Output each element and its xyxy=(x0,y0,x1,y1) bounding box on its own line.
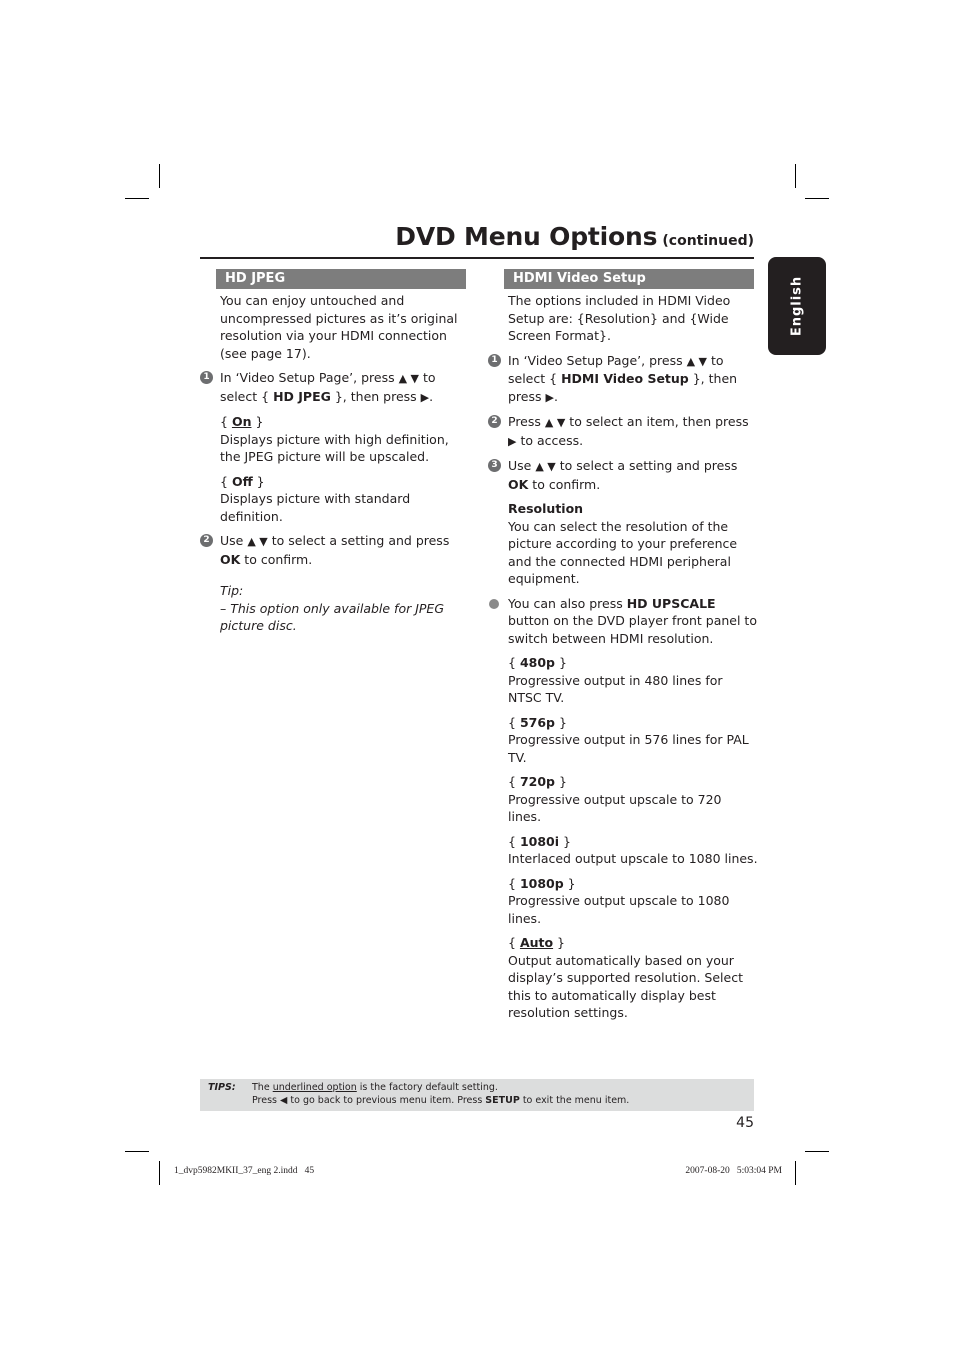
crop-mark xyxy=(805,198,829,199)
up-down-arrows-icon: ▲ ▼ xyxy=(686,354,708,368)
resolution-heading: Resolution xyxy=(508,501,584,516)
up-down-arrows-icon: ▲ ▼ xyxy=(535,460,556,473)
crop-mark xyxy=(159,164,160,188)
language-tab: English xyxy=(768,257,826,355)
hd-jpeg-intro: You can enjoy untouched and uncompressed… xyxy=(220,293,458,361)
step-3: 3 Use ▲ ▼ to select a setting and press … xyxy=(488,457,758,493)
up-down-arrows-icon: ▲ ▼ xyxy=(398,372,420,385)
step-number-icon: 1 xyxy=(200,371,213,384)
tips-bar: TIPS: The underlined option is the facto… xyxy=(200,1079,754,1111)
hdmi-intro: The options included in HDMI Video Setup… xyxy=(508,293,731,343)
hdmi-video-setup-section: The options included in HDMI Video Setup… xyxy=(488,292,758,1022)
page-title: DVD Menu Options (continued) xyxy=(200,222,754,259)
tips-label: TIPS: xyxy=(208,1082,236,1093)
option-label: Auto xyxy=(519,935,554,950)
left-arrow-icon: ◀ xyxy=(280,1095,288,1106)
section-heading-hd-jpeg: HD JPEG xyxy=(216,269,466,289)
option-1080p: { 1080p } Progressive output upscale to … xyxy=(488,875,758,928)
tip-text: – This option only available for JPEG pi… xyxy=(220,600,445,634)
tips-line-1: The underlined option is the factory def… xyxy=(252,1082,498,1093)
bullet-note: You can also press HD UPSCALE button on … xyxy=(488,595,758,648)
option-description: Displays picture with high definition, t… xyxy=(220,431,449,465)
crop-mark xyxy=(795,1161,796,1185)
slug-filename: 1_dvp5982MKII_37_eng 2.indd 45 xyxy=(174,1166,315,1176)
option-description: Progressive output in 480 lines for NTSC… xyxy=(508,672,723,706)
option-label: Off xyxy=(231,473,253,489)
option-auto: { Auto } Output automatically based on y… xyxy=(488,934,758,1022)
hd-jpeg-section: You can enjoy untouched and uncompressed… xyxy=(200,292,466,635)
resolution-text: You can select the resolution of the pic… xyxy=(508,518,738,587)
right-arrow-icon: ▶ xyxy=(545,390,554,404)
crop-mark xyxy=(125,1151,149,1152)
title-continued: (continued) xyxy=(662,233,754,249)
up-down-arrows-icon: ▲ ▼ xyxy=(247,535,268,548)
right-arrow-icon: ▶ xyxy=(508,434,517,448)
step-number-icon: 1 xyxy=(488,353,501,367)
up-down-arrows-icon: ▲ ▼ xyxy=(544,416,566,429)
option-576p: { 576p } Progressive output in 576 lines… xyxy=(488,714,758,767)
crop-mark xyxy=(795,164,796,188)
option-label: 576p xyxy=(519,714,555,730)
step-number-icon: 2 xyxy=(200,534,213,547)
option-label: 1080p xyxy=(519,875,564,891)
slug-timestamp: 2007-08-20 5:03:04 PM xyxy=(685,1166,782,1176)
option-description: Progressive output in 576 lines for PAL … xyxy=(508,732,749,765)
tip-label: Tip: xyxy=(220,583,244,598)
tip-note: Tip: – This option only available for JP… xyxy=(200,582,466,635)
title-main: DVD Menu Options xyxy=(395,222,658,251)
option-on: { On } Displays picture with high defini… xyxy=(200,413,466,466)
section-heading-hdmi-video-setup: HDMI Video Setup xyxy=(504,269,754,289)
step-2: 2 Press ▲ ▼ to select an item, then pres… xyxy=(488,413,758,450)
step-number-icon: 3 xyxy=(488,459,501,472)
step-1: 1 In ‘Video Setup Page’, press ▲ ▼ to se… xyxy=(200,369,466,406)
tips-line-2: Press ◀ to go back to previous menu item… xyxy=(252,1095,630,1106)
step-2: 2 Use ▲ ▼ to select a setting and press … xyxy=(200,532,466,568)
option-off: { Off } Displays picture with standard d… xyxy=(200,473,466,526)
option-label: On xyxy=(231,414,252,429)
crop-mark xyxy=(805,1151,829,1152)
bullet-icon xyxy=(489,598,499,609)
page-number: 45 xyxy=(736,1115,754,1131)
option-description: Progressive output upscale to 720 lines. xyxy=(508,791,722,825)
option-description: Output automatically based on your displ… xyxy=(508,952,743,1021)
right-arrow-icon: ▶ xyxy=(420,390,430,404)
crop-mark xyxy=(125,198,149,199)
option-720p: { 720p } Progressive output upscale to 7… xyxy=(488,773,758,826)
step-number-icon: 2 xyxy=(488,415,501,428)
crop-mark xyxy=(159,1161,160,1185)
option-1080i: { 1080i } Interlaced output upscale to 1… xyxy=(508,833,758,867)
option-label: 480p xyxy=(519,655,555,670)
step-1: 1 In ‘Video Setup Page’, press ▲ ▼ to se… xyxy=(488,352,758,407)
language-label: English xyxy=(789,275,805,337)
option-description: Progressive output upscale to 1080 lines… xyxy=(508,893,730,926)
resolution-block: Resolution You can select the resolution… xyxy=(488,500,758,588)
option-480p: { 480p } Progressive output in 480 lines… xyxy=(488,654,758,707)
option-label: 1080i xyxy=(519,833,560,849)
option-description: Displays picture with standard definitio… xyxy=(220,491,411,524)
option-label: 720p xyxy=(519,774,555,789)
option-description: Interlaced output upscale to 1080 lines. xyxy=(508,851,758,866)
